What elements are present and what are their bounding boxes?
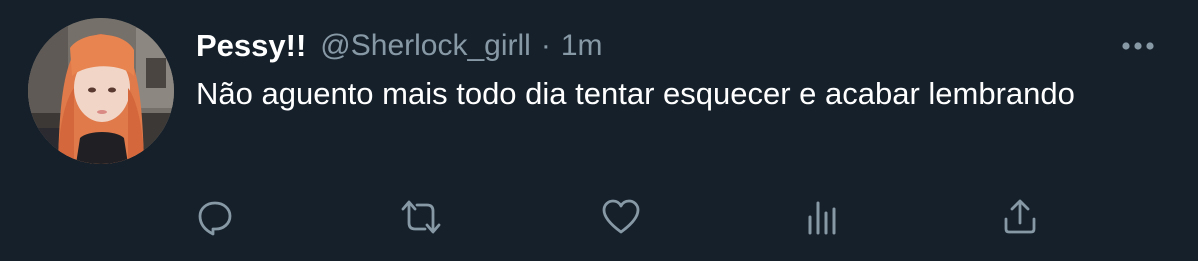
timestamp[interactable]: 1m [561,29,603,63]
share-icon [1004,199,1036,234]
username-handle[interactable]: @Sherlock_girll [320,29,531,63]
retweet-icon [401,200,441,234]
reply-icon [198,201,232,236]
analytics-icon [808,201,836,235]
heart-icon [602,199,640,234]
tweet-header: Pessy!! @Sherlock_girll · 1m [196,26,603,66]
separator-dot: · [540,29,551,62]
reply-button[interactable] [190,192,240,242]
action-bar [0,192,1198,242]
avatar[interactable] [28,18,174,164]
display-name[interactable]: Pessy!! [196,28,306,64]
more-horizontal-icon [1122,42,1154,50]
more-options-button[interactable] [1116,32,1160,60]
tweet[interactable]: Pessy!! @Sherlock_girll · 1m Não aguento… [0,0,1198,261]
retweet-button[interactable] [396,192,446,242]
tweet-text: Não aguento mais todo dia tentar esquece… [196,76,1075,111]
analytics-button[interactable] [797,192,847,242]
like-button[interactable] [596,192,646,242]
avatar-image [28,18,174,164]
share-button[interactable] [995,192,1045,242]
